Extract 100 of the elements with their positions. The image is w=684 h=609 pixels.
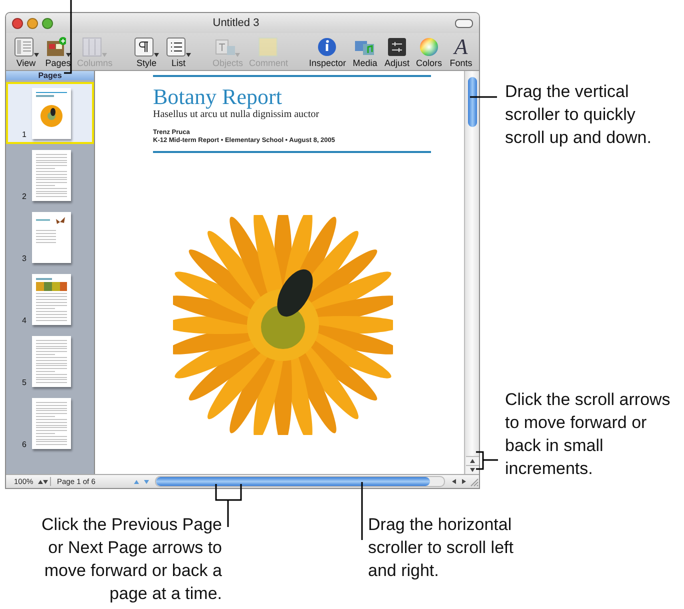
text-line: [36, 233, 56, 234]
scroll-up-button[interactable]: [466, 456, 478, 465]
up-arrow-icon: [134, 480, 138, 484]
toolbar-button[interactable]: Pages: [44, 33, 72, 70]
document-title: Botany Report: [153, 85, 283, 109]
page-thumbnail[interactable]: 6: [6, 392, 94, 454]
text-line: [36, 196, 67, 197]
text-line: [36, 432, 55, 434]
text-line: [36, 230, 56, 231]
title-line: [36, 95, 54, 97]
right-arrow-icon: [462, 479, 466, 484]
callout-text: Drag the horizontal scroller to scroll left and right.: [368, 514, 514, 582]
text-line: [36, 348, 67, 350]
page-number: 6: [22, 440, 28, 449]
text-line: [36, 441, 67, 442]
leader-line: [475, 451, 499, 470]
text-line: [36, 376, 67, 378]
text-line: [36, 427, 67, 428]
page-number: 2: [22, 192, 28, 201]
toolbar-button[interactable]: View: [12, 33, 40, 70]
zoom-icon[interactable]: [42, 18, 53, 28]
text-line: [36, 379, 67, 380]
horizontal-scrollbar[interactable]: [155, 476, 445, 487]
text-line: [36, 302, 67, 303]
toolbar-button[interactable]: Colors: [414, 33, 443, 70]
info-icon: [317, 36, 338, 57]
toolbar-button[interactable]: Media: [350, 33, 379, 70]
document-subtitle: Hasellus ut arcu ut nulla dignissim auctor: [153, 109, 320, 120]
leader-line: [361, 482, 363, 540]
text-line: [36, 182, 67, 183]
page-add-icon: [46, 36, 66, 57]
minimize-icon[interactable]: [27, 18, 38, 28]
up-arrow-icon: [470, 459, 474, 463]
text-line: [36, 154, 67, 155]
page-thumbnail[interactable]: 4: [6, 268, 94, 330]
text-line: [36, 170, 67, 172]
horizontal-scroller[interactable]: [156, 477, 430, 486]
toolbar-button[interactable]: List: [164, 33, 192, 70]
text-line: [36, 430, 67, 431]
text-line: [36, 190, 67, 192]
adjust-icon: [386, 36, 407, 57]
window-title: Untitled 3: [212, 17, 260, 29]
text-line: [36, 296, 67, 297]
text-line: [36, 413, 67, 414]
text-line: [36, 382, 67, 383]
page-thumbnail[interactable]: 1: [6, 82, 94, 144]
text-line: [36, 424, 67, 426]
paragraph-icon: [134, 36, 154, 57]
resize-grip-icon[interactable]: [469, 476, 479, 486]
text-line: [36, 416, 55, 417]
text-line: [36, 404, 67, 406]
toolbar-button[interactable]: Inspector: [308, 33, 347, 70]
toolbar-button[interactable]: A Fonts: [447, 33, 475, 70]
text-line: [36, 368, 67, 369]
text-line: [36, 342, 67, 344]
text-line: [36, 162, 67, 164]
vertical-scroller[interactable]: [468, 77, 476, 127]
title-rule: [36, 92, 67, 93]
toolbar-button[interactable]: Style: [132, 33, 160, 70]
text-line: [36, 176, 67, 178]
up-arrow-icon: [38, 480, 44, 484]
down-arrow-icon: [43, 480, 48, 484]
text-line: [36, 239, 56, 240]
toolbar-button[interactable]: Adjust: [382, 33, 411, 70]
text-line: [36, 293, 67, 294]
sidebar-header: Pages: [6, 71, 94, 80]
text-line: [36, 156, 67, 158]
left-arrow-icon: [452, 479, 456, 484]
text-line: [36, 317, 67, 318]
text-line: [36, 354, 55, 355]
text-line: [36, 340, 67, 341]
text-line: [36, 236, 56, 237]
vertical-scrollbar[interactable]: [464, 71, 479, 474]
photo-strip-drawing: [36, 282, 67, 291]
text-line: [36, 311, 67, 312]
text-line: [36, 365, 67, 366]
callout-text: Click the scroll arrows to move forward or back in small increments.: [505, 389, 672, 480]
page-thumbnail[interactable]: 2: [6, 144, 94, 206]
page-thumbnail[interactable]: 3: [6, 206, 94, 268]
text-line: [36, 188, 67, 189]
page-number: 4: [22, 316, 28, 325]
text-line: [36, 299, 67, 300]
text-line: [36, 242, 56, 243]
sidebar-layout-icon: [14, 36, 34, 57]
page-number: 5: [22, 378, 28, 387]
text-line: [36, 362, 67, 364]
text-line: [36, 374, 67, 375]
text-line: [36, 168, 55, 169]
text-line: [36, 193, 67, 194]
text-line: [36, 308, 55, 309]
page-number: 1: [22, 130, 28, 139]
scroll-down-button[interactable]: [466, 465, 478, 474]
close-icon[interactable]: [12, 18, 23, 28]
text-line: [36, 410, 67, 412]
down-arrow-icon: [144, 480, 148, 484]
callout-text: Click the Previous Page or Next Page arrows to move forward or back a page at a time.: [40, 514, 222, 605]
text-line: [36, 438, 67, 440]
page-thumbnail[interactable]: 5: [6, 330, 94, 392]
toolbar-toggle-button[interactable]: [455, 18, 473, 28]
note-icon: [258, 36, 278, 57]
